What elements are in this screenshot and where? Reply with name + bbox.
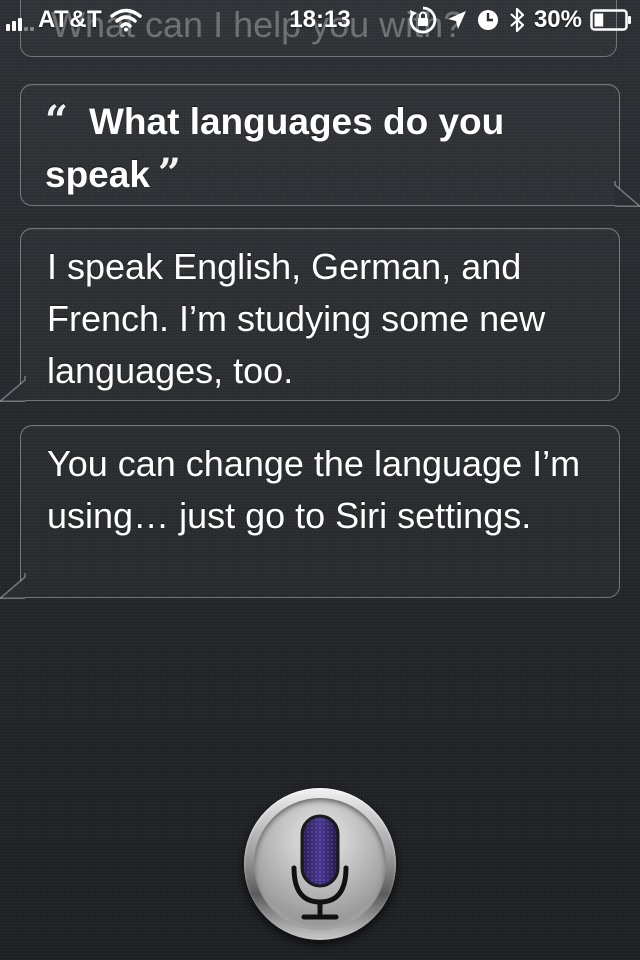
siri-response-bubble: You can change the language I’m using… j… (0, 425, 620, 599)
user-bubble-tail (614, 180, 640, 207)
user-query-label: What languages do you speak (45, 101, 505, 195)
open-quote-mark: “ (45, 97, 69, 144)
siri-response-text: You can change the language I’m using… j… (47, 443, 581, 536)
siri-bubble-tail (0, 375, 26, 402)
orientation-lock-icon (409, 6, 437, 34)
bluetooth-icon (510, 7, 525, 33)
battery-percent: 30% (533, 6, 582, 33)
microphone-icon (291, 814, 349, 920)
user-query-bubble[interactable]: “What languages do you speak” (20, 84, 640, 207)
siri-response-bubble: I speak English, German, and French. I’m… (0, 228, 620, 402)
siri-bubble-tail (0, 572, 26, 599)
siri-microphone-button[interactable] (244, 788, 396, 940)
status-bar: AT&T 18:13 30% (0, 0, 640, 40)
location-icon (447, 11, 466, 29)
microphone-button-face[interactable] (254, 798, 386, 930)
siri-response-text: I speak English, German, and French. I’m… (47, 246, 546, 391)
user-query-text: “What languages do you speak” (45, 95, 575, 201)
close-quote-mark: ” (157, 150, 181, 197)
alarm-clock-icon (477, 10, 498, 30)
status-bar-right: 30% (408, 4, 632, 36)
battery-icon (590, 9, 631, 31)
clock-time: 18:13 (289, 6, 351, 33)
